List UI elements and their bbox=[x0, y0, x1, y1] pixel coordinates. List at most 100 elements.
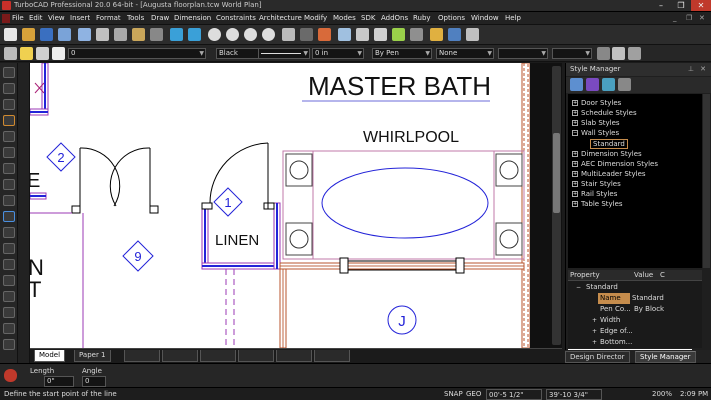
new-icon[interactable] bbox=[4, 28, 17, 41]
tree-item-wall-styles[interactable]: − Wall Styles bbox=[572, 129, 619, 137]
menu-sdk[interactable]: SDK bbox=[361, 14, 375, 22]
export-style-icon[interactable] bbox=[602, 78, 615, 91]
settings-gear-icon[interactable] bbox=[4, 47, 17, 60]
tab-paper-2[interactable] bbox=[124, 350, 160, 362]
mdi-close-icon[interactable]: ✕ bbox=[699, 14, 705, 22]
close-button[interactable]: ✕ bbox=[691, 0, 711, 11]
snap-toggle[interactable]: SNAP bbox=[444, 389, 463, 400]
geo-toggle[interactable]: GEO bbox=[466, 389, 481, 400]
tree-item-stair-styles[interactable]: + Stair Styles bbox=[572, 180, 621, 188]
open-icon[interactable] bbox=[22, 28, 35, 41]
expand-icon[interactable]: + bbox=[592, 337, 597, 348]
menu-insert[interactable]: Insert bbox=[70, 14, 90, 22]
palette-icon[interactable] bbox=[430, 28, 443, 41]
edit-tool-icon[interactable] bbox=[3, 339, 15, 350]
menu-modify[interactable]: Modify bbox=[304, 14, 327, 22]
expand-icon[interactable]: + bbox=[572, 120, 578, 126]
close-icon[interactable]: ✕ bbox=[700, 63, 706, 76]
menu-help[interactable]: Help bbox=[505, 14, 521, 22]
expand-icon[interactable]: + bbox=[572, 151, 578, 157]
menu-draw[interactable]: Draw bbox=[151, 14, 169, 22]
canvas-vertical-scrollbar[interactable] bbox=[530, 63, 562, 348]
opacity-select[interactable]: ▼ bbox=[552, 48, 592, 59]
menu-view[interactable]: View bbox=[48, 14, 65, 22]
save-icon[interactable] bbox=[40, 28, 53, 41]
layer-color-icon[interactable] bbox=[52, 47, 65, 60]
menu-modes[interactable]: Modes bbox=[333, 14, 356, 22]
tree-item-table-styles[interactable]: + Table Styles bbox=[572, 200, 623, 208]
menu-file[interactable]: File bbox=[12, 14, 24, 22]
expand-icon[interactable]: + bbox=[592, 326, 597, 337]
tree-item-aec-dimension-styles[interactable]: + AEC Dimension Styles bbox=[572, 160, 658, 168]
expand-icon[interactable]: + bbox=[572, 201, 578, 207]
collapse-icon[interactable]: − bbox=[572, 130, 578, 136]
mdi-restore-icon[interactable]: ❐ bbox=[686, 14, 692, 22]
pin-icon[interactable]: ⊥ bbox=[688, 63, 694, 76]
copy-icon[interactable] bbox=[114, 28, 127, 41]
expand-icon[interactable]: + bbox=[572, 191, 578, 197]
zoom-in-icon[interactable] bbox=[208, 28, 221, 41]
tree-item-door-styles[interactable]: + Door Styles bbox=[572, 99, 621, 107]
menu-architecture[interactable]: Architecture bbox=[259, 14, 302, 22]
undo-icon[interactable] bbox=[170, 28, 183, 41]
menu-ruby[interactable]: Ruby bbox=[413, 14, 431, 22]
tab-paper-4[interactable] bbox=[200, 350, 236, 362]
cancel-icon[interactable] bbox=[4, 369, 17, 382]
menu-edit[interactable]: Edit bbox=[29, 14, 43, 22]
zoom-extents-icon[interactable] bbox=[262, 28, 275, 41]
scrollbar-thumb[interactable] bbox=[553, 133, 560, 213]
redraw-icon[interactable] bbox=[282, 28, 295, 41]
zoom-level[interactable]: 200% bbox=[652, 389, 672, 400]
print-preview-icon[interactable] bbox=[78, 28, 91, 41]
expand-icon[interactable]: + bbox=[572, 161, 578, 167]
menu-dimension[interactable]: Dimension bbox=[174, 14, 211, 22]
tree-item-slab-styles[interactable]: + Slab Styles bbox=[572, 119, 620, 127]
dimension-icon[interactable] bbox=[3, 195, 15, 206]
grid-row-name[interactable]: Name Standard bbox=[568, 293, 702, 304]
expand-icon[interactable]: + bbox=[572, 110, 578, 116]
line-style-select[interactable]: ▼ bbox=[258, 48, 310, 59]
tab-paper-7[interactable] bbox=[314, 350, 350, 362]
angle-input[interactable]: 0 bbox=[82, 376, 106, 387]
collapse-icon[interactable]: − bbox=[576, 282, 581, 293]
menu-window[interactable]: Window bbox=[471, 14, 499, 22]
transparency-icon[interactable] bbox=[597, 47, 610, 60]
tab-paper-3[interactable] bbox=[162, 350, 198, 362]
tab-style-manager[interactable]: Style Manager bbox=[635, 351, 696, 363]
selection-info-icon[interactable] bbox=[374, 28, 387, 41]
point-icon[interactable] bbox=[3, 83, 15, 94]
expand-icon[interactable]: + bbox=[572, 100, 578, 106]
layers-icon[interactable] bbox=[338, 28, 351, 41]
render-icon[interactable] bbox=[318, 28, 331, 41]
fill-select[interactable]: None ▼ bbox=[436, 48, 494, 59]
tab-design-director[interactable]: Design Director bbox=[565, 351, 630, 363]
delete-icon[interactable] bbox=[150, 28, 163, 41]
tree-item-schedule-styles[interactable]: + Schedule Styles bbox=[572, 109, 637, 117]
design-director-icon[interactable] bbox=[392, 28, 405, 41]
arc-icon[interactable] bbox=[3, 147, 15, 158]
purge-style-icon[interactable] bbox=[618, 78, 631, 91]
grid-row-pen-color[interactable]: Pen Co... By Block bbox=[568, 304, 702, 315]
menu-addons[interactable]: AddOns bbox=[381, 14, 408, 22]
grid-row-width[interactable]: + Width bbox=[568, 315, 702, 326]
mdi-minimize-icon[interactable]: _ bbox=[673, 14, 677, 22]
layer-select[interactable]: 0 ▼ bbox=[68, 48, 206, 59]
redo-icon[interactable] bbox=[188, 28, 201, 41]
drawing-canvas[interactable]: E N T 2 9 1 LINEN MASTER BATH WHIRLPOOL … bbox=[30, 63, 530, 348]
library-icon[interactable] bbox=[448, 28, 461, 41]
zoom-out-icon[interactable] bbox=[226, 28, 239, 41]
paste-icon[interactable] bbox=[132, 28, 145, 41]
expand-icon[interactable]: + bbox=[572, 181, 578, 187]
tree-item-standard[interactable]: Standard bbox=[590, 139, 628, 149]
symbol-icon[interactable] bbox=[3, 227, 15, 238]
properties-icon[interactable] bbox=[356, 28, 369, 41]
doc-icon[interactable] bbox=[2, 14, 10, 23]
format-painter-icon[interactable] bbox=[628, 47, 641, 60]
pattern-select[interactable]: ▼ bbox=[498, 48, 548, 59]
door-icon[interactable] bbox=[3, 259, 15, 270]
zoom-window-icon[interactable] bbox=[244, 28, 257, 41]
restore-button[interactable]: ❐ bbox=[671, 0, 691, 11]
print-icon[interactable] bbox=[58, 28, 71, 41]
layer-bulb-icon[interactable] bbox=[20, 47, 33, 60]
grid-row-standard[interactable]: − Standard bbox=[568, 282, 702, 293]
